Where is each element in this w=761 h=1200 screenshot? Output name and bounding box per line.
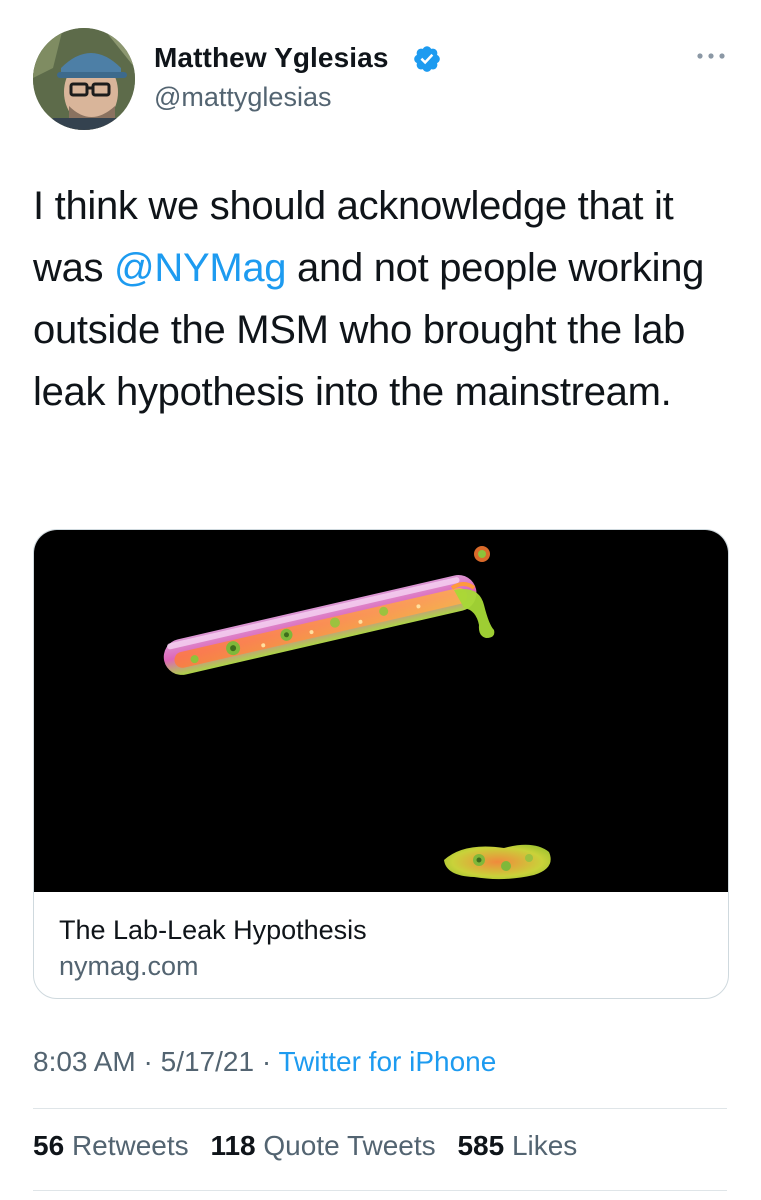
- likes-count: 585: [457, 1130, 505, 1161]
- quote-tweets-stat[interactable]: 118 Quote Tweets: [210, 1130, 435, 1161]
- likes-label: Likes: [511, 1130, 578, 1161]
- link-card[interactable]: The Lab-Leak Hypothesis nymag.com: [33, 529, 729, 999]
- retweets-count: 56: [33, 1130, 65, 1161]
- author-name[interactable]: Matthew Yglesias: [154, 42, 389, 74]
- card-title: The Lab-Leak Hypothesis: [59, 915, 367, 945]
- meta-separator: ·: [143, 1046, 153, 1077]
- retweets-stat[interactable]: 56 Retweets: [33, 1130, 189, 1161]
- avatar[interactable]: [33, 28, 135, 130]
- tweet-date[interactable]: 5/17/21: [161, 1046, 254, 1077]
- retweets-label: Retweets: [71, 1130, 189, 1161]
- likes-stat[interactable]: 585 Likes: [457, 1130, 577, 1161]
- tweet-time[interactable]: 8:03 AM: [33, 1046, 136, 1077]
- tweet: Matthew Yglesias @mattyglesias I think w…: [0, 0, 761, 1200]
- verified-badge-icon: [412, 44, 442, 74]
- tweet-meta: 8:03 AM · 5/17/21 · Twitter for iPhone: [33, 1046, 496, 1078]
- tweet-stats: 56 Retweets 118 Quote Tweets 585 Likes: [33, 1130, 591, 1162]
- divider: [33, 1108, 727, 1109]
- tweet-source-link[interactable]: Twitter for iPhone: [278, 1046, 496, 1077]
- card-domain: nymag.com: [59, 951, 199, 981]
- more-options-icon[interactable]: [695, 46, 727, 66]
- card-image: [34, 530, 728, 892]
- quote-tweets-label: Quote Tweets: [263, 1130, 436, 1161]
- meta-separator: ·: [261, 1046, 272, 1077]
- author-handle[interactable]: @mattyglesias: [154, 82, 331, 113]
- quote-tweets-count: 118: [210, 1130, 256, 1161]
- divider: [33, 1190, 727, 1191]
- mention-link[interactable]: @NYMag: [114, 246, 286, 290]
- tweet-text: I think we should acknowledge that it wa…: [33, 175, 733, 423]
